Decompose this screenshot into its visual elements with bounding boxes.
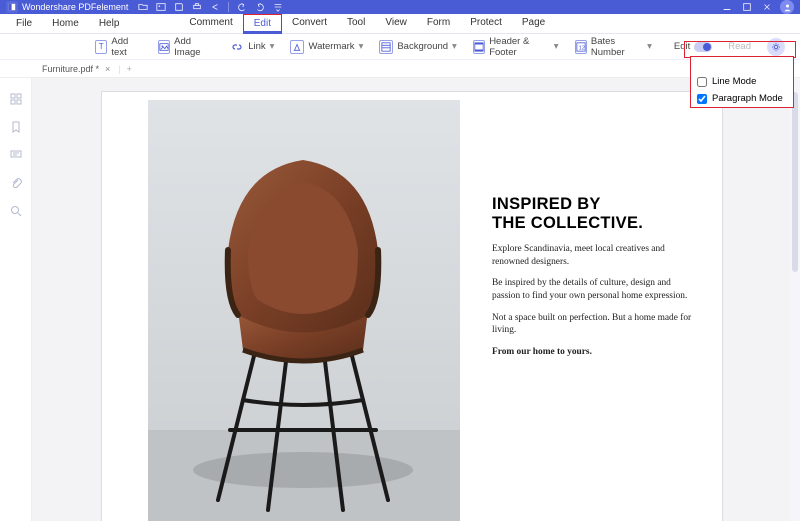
save-icon[interactable] bbox=[174, 2, 184, 12]
watermark-button[interactable]: Watermark ▾ bbox=[285, 38, 368, 56]
paragraph-4: From our home to yours. bbox=[492, 346, 692, 359]
edit-mode-toggle[interactable]: Edit bbox=[669, 39, 717, 54]
add-text-button[interactable]: T Add text bbox=[90, 34, 147, 60]
chair-image bbox=[148, 100, 460, 521]
left-sidebar bbox=[0, 78, 32, 521]
document-tabstrip: Furniture.pdf * × | + bbox=[0, 60, 800, 78]
app-logo bbox=[6, 1, 18, 13]
bates-icon: 12 bbox=[575, 40, 587, 54]
chevron-down-icon: ▾ bbox=[359, 41, 364, 52]
maximize-icon[interactable] bbox=[742, 2, 752, 12]
heading-1: INSPIRED BY bbox=[492, 195, 692, 214]
header-footer-button[interactable]: Header & Footer ▾ bbox=[468, 34, 564, 60]
link-icon bbox=[230, 40, 244, 54]
new-tab-button[interactable]: + bbox=[121, 64, 138, 74]
chevron-down-icon: ▾ bbox=[270, 41, 275, 52]
paragraph-3: Not a space built on perfection. But a h… bbox=[492, 312, 692, 337]
close-icon[interactable]: × bbox=[105, 64, 110, 74]
vertical-scrollbar[interactable] bbox=[790, 78, 800, 521]
minimize-icon[interactable] bbox=[722, 2, 732, 12]
label: Watermark bbox=[308, 41, 354, 52]
image-icon bbox=[158, 40, 170, 54]
document-tab[interactable]: Furniture.pdf * × bbox=[34, 62, 118, 76]
titlebar-quick-icons bbox=[138, 2, 283, 12]
label: Bates Number bbox=[591, 36, 643, 58]
folder-icon[interactable] bbox=[138, 2, 148, 12]
image-icon[interactable] bbox=[156, 2, 166, 12]
line-mode-option[interactable]: Line Mode bbox=[691, 73, 793, 90]
user-avatar[interactable] bbox=[780, 0, 794, 14]
search-icon[interactable] bbox=[9, 204, 23, 218]
comments-icon[interactable] bbox=[9, 148, 23, 162]
pdf-page[interactable]: INSPIRED BY THE COLLECTIVE. Explore Scan… bbox=[102, 92, 722, 521]
tab-comment[interactable]: Comment bbox=[179, 14, 242, 34]
label: Paragraph Mode bbox=[712, 93, 783, 104]
thumbnails-icon[interactable] bbox=[9, 92, 23, 106]
redo-icon[interactable] bbox=[255, 2, 265, 12]
label: Link bbox=[248, 41, 265, 52]
divider bbox=[228, 2, 229, 12]
chevron-down-icon: ▾ bbox=[452, 41, 457, 52]
dropdown-marker-icon[interactable] bbox=[273, 2, 283, 12]
bookmark-icon[interactable] bbox=[9, 120, 23, 134]
document-name: Furniture.pdf * bbox=[42, 64, 99, 74]
menu-home[interactable]: Home bbox=[42, 16, 89, 31]
paragraph-mode-checkbox[interactable] bbox=[697, 94, 707, 104]
menu-help[interactable]: Help bbox=[89, 16, 130, 31]
titlebar: Wondershare PDFelement bbox=[0, 0, 800, 14]
print-icon[interactable] bbox=[192, 2, 202, 12]
close-icon[interactable] bbox=[762, 2, 772, 12]
label: Background bbox=[397, 41, 448, 52]
tab-page[interactable]: Page bbox=[512, 14, 555, 34]
label: Line Mode bbox=[712, 76, 756, 87]
label: Add text bbox=[111, 36, 141, 58]
tab-edit[interactable]: Edit bbox=[243, 14, 282, 34]
menubar: File Home Help Comment Edit Convert Tool… bbox=[0, 14, 800, 34]
watermark-icon bbox=[290, 40, 304, 54]
label: Edit bbox=[674, 41, 690, 52]
add-image-button[interactable]: Add Image bbox=[153, 34, 220, 60]
line-mode-checkbox[interactable] bbox=[697, 77, 707, 87]
chevron-down-icon: ▾ bbox=[554, 41, 559, 52]
text-icon: T bbox=[95, 40, 107, 54]
ribbon: T Add text Add Image Link ▾ Watermark ▾ … bbox=[0, 34, 800, 60]
scrollbar-thumb[interactable] bbox=[792, 92, 798, 272]
window-controls bbox=[722, 2, 772, 12]
article-text[interactable]: INSPIRED BY THE COLLECTIVE. Explore Scan… bbox=[492, 195, 692, 359]
menu-file[interactable]: File bbox=[6, 16, 42, 31]
gear-icon bbox=[767, 38, 785, 56]
undo-icon[interactable] bbox=[237, 2, 247, 12]
tab-tool[interactable]: Tool bbox=[337, 14, 375, 34]
tab-view[interactable]: View bbox=[375, 14, 417, 34]
bates-number-button[interactable]: 12 Bates Number ▾ bbox=[570, 34, 657, 60]
tab-protect[interactable]: Protect bbox=[460, 14, 512, 34]
svg-text:12: 12 bbox=[578, 45, 584, 51]
tab-convert[interactable]: Convert bbox=[282, 14, 337, 34]
paragraph-mode-option[interactable]: Paragraph Mode bbox=[691, 90, 793, 107]
paragraph-1: Explore Scandinavia, meet local creative… bbox=[492, 243, 692, 268]
paragraph-2: Be inspired by the details of culture, d… bbox=[492, 277, 692, 302]
background-button[interactable]: Background ▾ bbox=[374, 38, 461, 56]
workspace: INSPIRED BY THE COLLECTIVE. Explore Scan… bbox=[0, 78, 800, 521]
share-icon[interactable] bbox=[210, 2, 220, 12]
background-icon bbox=[379, 40, 393, 54]
label: Add Image bbox=[174, 36, 214, 58]
label: Header & Footer bbox=[489, 36, 550, 58]
toggle-on-icon bbox=[694, 42, 712, 52]
chevron-down-icon: ▾ bbox=[647, 41, 652, 52]
canvas[interactable]: INSPIRED BY THE COLLECTIVE. Explore Scan… bbox=[32, 78, 790, 521]
edit-settings-button[interactable] bbox=[762, 36, 790, 58]
app-title: Wondershare PDFelement bbox=[22, 2, 128, 12]
tab-form[interactable]: Form bbox=[417, 14, 460, 34]
heading-2: THE COLLECTIVE. bbox=[492, 214, 692, 233]
read-mode-toggle[interactable]: Read bbox=[723, 39, 756, 54]
link-button[interactable]: Link ▾ bbox=[225, 38, 279, 56]
edit-mode-dropdown: Line Mode Paragraph Mode bbox=[690, 56, 794, 108]
label: Read bbox=[728, 41, 751, 52]
header-footer-icon bbox=[473, 40, 485, 54]
dropdown-header bbox=[691, 59, 793, 73]
attachment-icon[interactable] bbox=[9, 176, 23, 190]
